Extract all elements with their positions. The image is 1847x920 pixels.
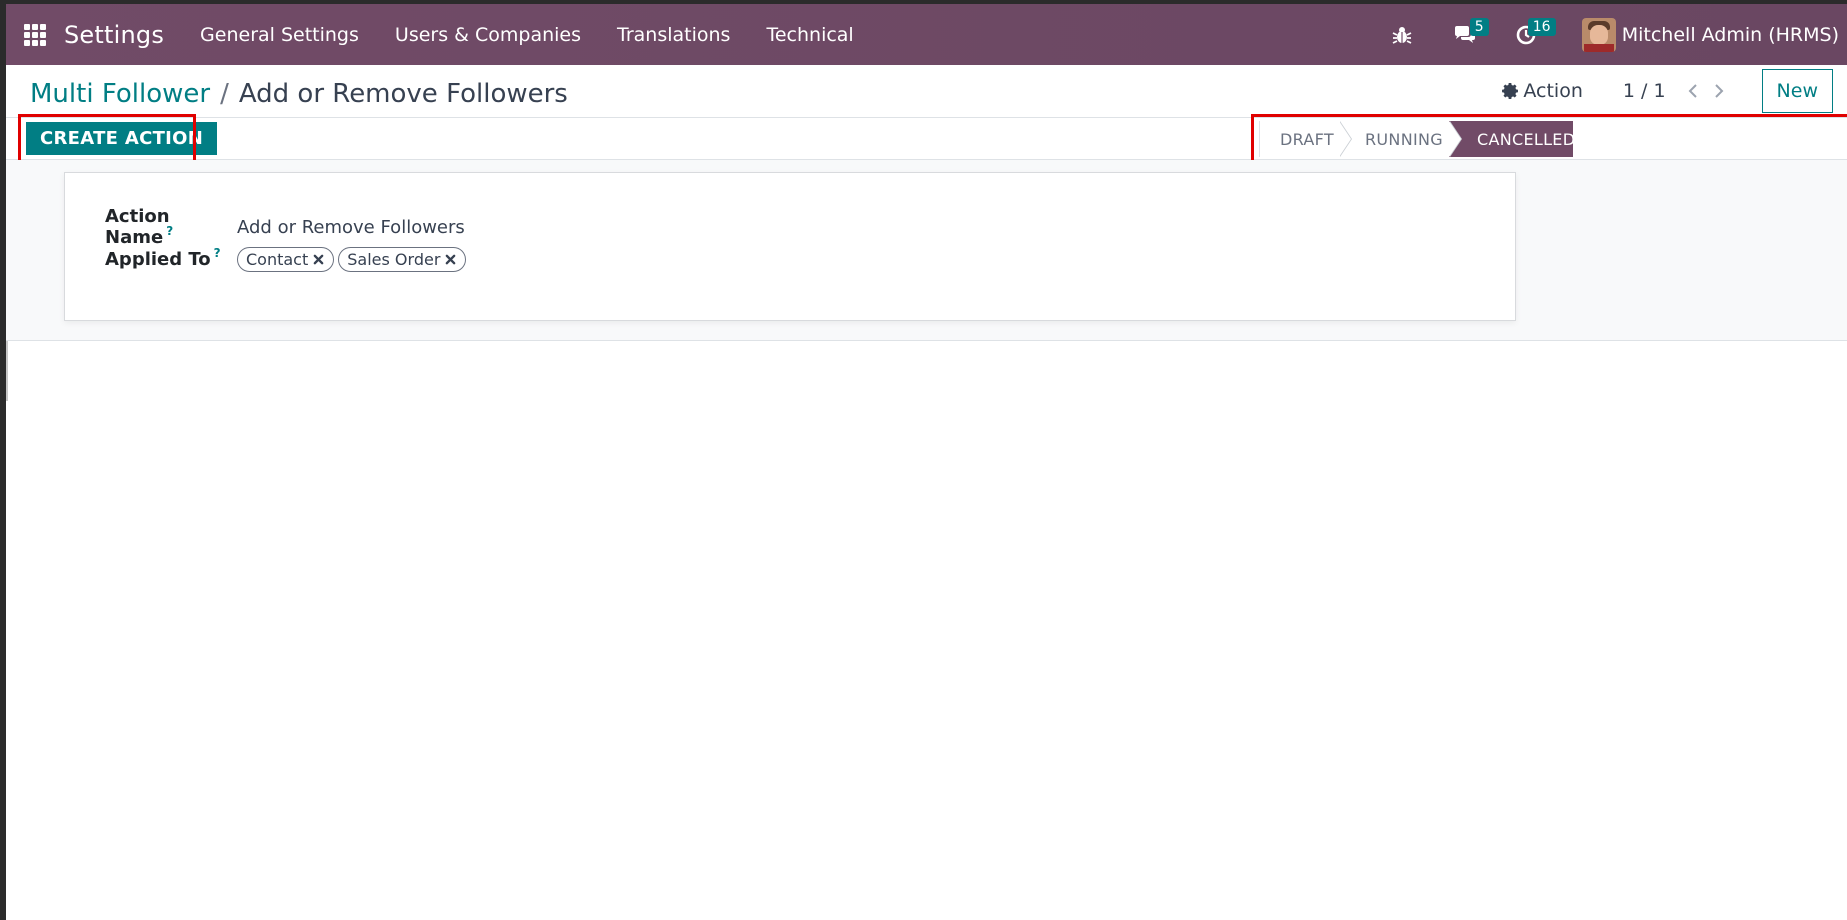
stage-running[interactable]: RUNNING xyxy=(1339,121,1462,157)
new-button[interactable]: New xyxy=(1761,69,1833,113)
menu-users-companies[interactable]: Users & Companies xyxy=(377,24,599,46)
applied-to-tags: Contact Sales Order xyxy=(237,247,470,272)
pager-value[interactable]: 1 / 1 xyxy=(1623,80,1666,102)
breadcrumb-current: Add or Remove Followers xyxy=(238,79,568,109)
close-icon[interactable] xyxy=(445,254,457,266)
chevron-left-icon xyxy=(1688,84,1697,98)
bug-icon xyxy=(1392,26,1412,44)
breadcrumb-parent[interactable]: Multi Follower xyxy=(30,79,210,109)
messages-button[interactable]: 5 xyxy=(1436,4,1494,65)
pager-next-button[interactable] xyxy=(1706,78,1732,104)
menu-general-settings[interactable]: General Settings xyxy=(182,24,377,46)
debug-button[interactable] xyxy=(1378,4,1426,65)
stage-draft-label: DRAFT xyxy=(1280,129,1334,149)
menu-technical[interactable]: Technical xyxy=(748,24,871,46)
chevron-right-icon xyxy=(1714,84,1723,98)
applied-to-label: Applied To? xyxy=(105,246,221,270)
stage-cancelled[interactable]: CANCELLED xyxy=(1449,121,1576,157)
form-sheet: Action Name? Add or Remove Followers App… xyxy=(64,172,1516,321)
app-frame: Settings General Settings Users & Compan… xyxy=(6,4,1847,920)
tag-contact: Contact xyxy=(237,247,335,272)
top-navbar: Settings General Settings Users & Compan… xyxy=(6,4,1847,65)
close-icon[interactable] xyxy=(313,254,325,266)
status-bar: CREATE ACTION DRAFT RUNNING CANCELLED xyxy=(6,114,1847,166)
gear-icon xyxy=(1502,83,1519,99)
tag-label: Sales Order xyxy=(347,250,441,269)
avatar xyxy=(1581,17,1616,52)
help-tooltip-icon[interactable]: ? xyxy=(166,224,173,238)
stage-running-label: RUNNING xyxy=(1365,129,1443,149)
action-menu-label: Action xyxy=(1523,80,1583,102)
stage-cancelled-label: CANCELLED xyxy=(1477,129,1576,149)
app-name[interactable]: Settings xyxy=(64,21,164,49)
stage-selector: DRAFT RUNNING CANCELLED xyxy=(1259,121,1576,157)
pager-navigation xyxy=(1680,78,1732,104)
user-name: Mitchell Admin (HRMS) xyxy=(1621,23,1839,46)
action-name-field[interactable]: Add or Remove Followers xyxy=(237,217,465,238)
action-name-row: Action Name? Add or Remove Followers xyxy=(105,206,465,248)
tag-label: Contact xyxy=(246,250,309,269)
menu-translations[interactable]: Translations xyxy=(599,24,748,46)
stage-draft[interactable]: DRAFT xyxy=(1259,121,1352,157)
apps-grid-icon[interactable] xyxy=(24,23,46,46)
action-name-label: Action Name? xyxy=(105,206,174,248)
activities-counter: 16 xyxy=(1527,18,1556,36)
user-menu[interactable]: Mitchell Admin (HRMS) xyxy=(1581,17,1839,52)
tag-sales-order: Sales Order xyxy=(338,247,467,272)
action-menu-button[interactable]: Action xyxy=(1501,80,1583,102)
activities-button[interactable]: 16 xyxy=(1494,4,1558,65)
create-action-button[interactable]: CREATE ACTION xyxy=(26,122,218,155)
breadcrumb-separator: / xyxy=(220,79,229,109)
messages-counter: 5 xyxy=(1469,18,1489,36)
pager-previous-button[interactable] xyxy=(1680,78,1706,104)
control-panel: Multi Follower / Add or Remove Followers… xyxy=(6,65,1847,117)
breadcrumb: Multi Follower / Add or Remove Followers xyxy=(30,79,568,109)
control-panel-right: Action 1 / 1 New xyxy=(1501,65,1833,117)
scrollbar-edge xyxy=(6,341,8,401)
systray: 5 16 Mitchell Admin (HRMS) xyxy=(1378,4,1847,65)
help-tooltip-icon[interactable]: ? xyxy=(214,246,221,260)
main-menu: General Settings Users & Companies Trans… xyxy=(182,24,872,46)
applied-to-row: Applied To? Contact Sales Order xyxy=(105,246,470,272)
